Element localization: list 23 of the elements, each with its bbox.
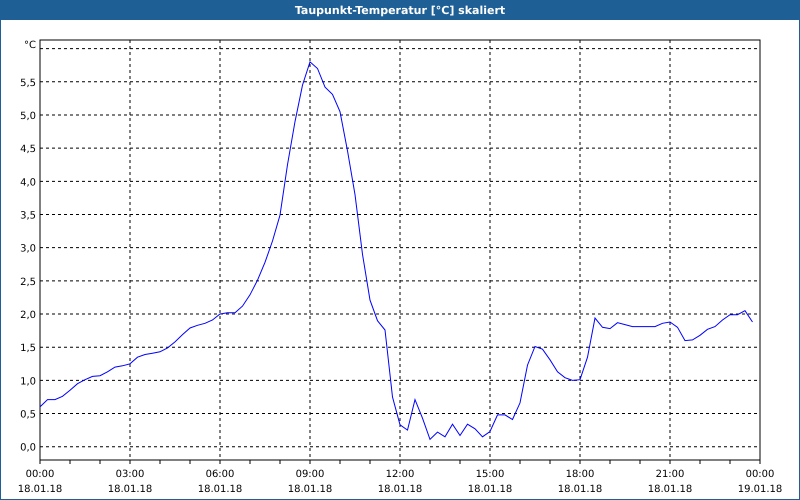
tick-label: 3,5 bbox=[20, 210, 36, 222]
tick-label: 4,0 bbox=[20, 177, 36, 188]
tick-label: 03:00 18.01.18 bbox=[108, 469, 152, 495]
tick-label: 0,5 bbox=[20, 410, 36, 421]
tick-label: 2,0 bbox=[20, 310, 36, 322]
y-axis-unit: °C bbox=[24, 40, 36, 51]
tick-label: 18:00 18.01.18 bbox=[558, 469, 602, 495]
tick-label: 1,0 bbox=[20, 376, 36, 388]
tick-label: 5,5 bbox=[20, 78, 36, 89]
tick-label: 2,5 bbox=[20, 276, 36, 288]
tick-label: 1,5 bbox=[20, 343, 36, 354]
tick-label: 4,5 bbox=[20, 144, 36, 156]
tick-label: 12:00 18.01.18 bbox=[378, 469, 422, 495]
tick-label: 09:00 18.01.18 bbox=[288, 469, 332, 495]
tick-label: 3,0 bbox=[20, 244, 36, 255]
tick-label: 06:00 18.01.18 bbox=[198, 469, 242, 495]
window-title: Taupunkt-Temperatur [°C] skaliert bbox=[1, 0, 799, 20]
tick-label: 00:00 18.01.18 bbox=[18, 469, 62, 495]
tick-label: 15:00 18.01.18 bbox=[468, 469, 512, 495]
tick-label: 5,0 bbox=[20, 110, 36, 122]
tick-label: 0,0 bbox=[20, 442, 36, 454]
tick-label: 21:00 18.01.18 bbox=[648, 469, 692, 495]
tick-label: 00:00 19.01.18 bbox=[738, 469, 782, 495]
